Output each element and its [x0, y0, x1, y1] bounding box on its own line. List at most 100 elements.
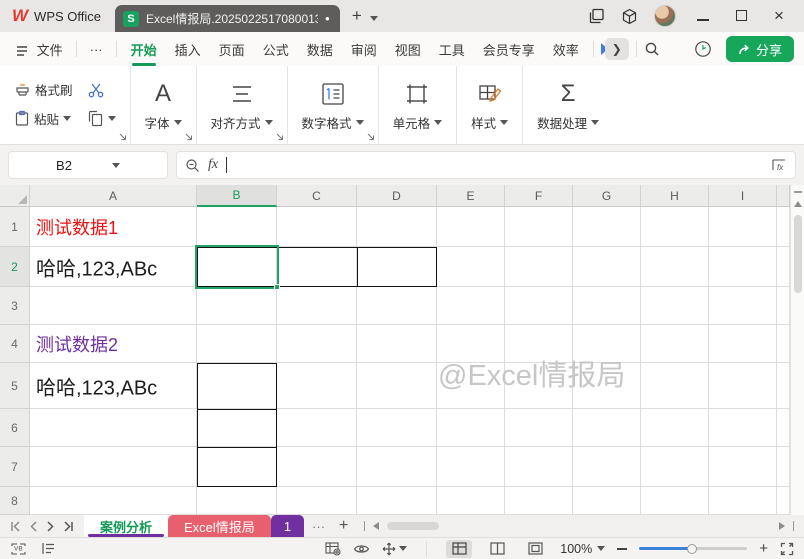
cell-I4[interactable]	[709, 325, 777, 363]
last-sheet-icon[interactable]	[63, 521, 74, 532]
cell-partial-7[interactable]	[777, 447, 790, 487]
fill-handle[interactable]	[274, 284, 280, 290]
formula-input[interactable]: fx fx	[176, 151, 796, 179]
column-header-I[interactable]: I	[709, 185, 777, 207]
zoom-slider-thumb[interactable]	[687, 544, 697, 554]
cell-I6[interactable]	[709, 409, 777, 447]
outline-view-icon[interactable]	[41, 542, 56, 555]
cell-D3[interactable]	[357, 287, 437, 325]
column-header-partial[interactable]	[777, 185, 790, 207]
cell-F7[interactable]	[505, 447, 573, 487]
maximize-button[interactable]	[730, 9, 752, 24]
cells-group[interactable]: 单元格	[378, 66, 457, 144]
copy-button[interactable]	[87, 110, 116, 127]
data-processing-group[interactable]: Σ 数据处理	[522, 66, 613, 144]
cell-E3[interactable]	[437, 287, 505, 325]
scroll-left-arrow-icon[interactable]	[373, 522, 379, 530]
magnifier-icon[interactable]	[185, 158, 200, 173]
number-format-dialog-launcher[interactable]	[367, 133, 375, 141]
tab-home[interactable]: 开始	[124, 35, 164, 64]
zoom-out-button[interactable]	[617, 548, 627, 550]
cell-H4[interactable]	[641, 325, 709, 363]
sheet-list-button[interactable]: ···	[304, 515, 333, 537]
cell-A3[interactable]	[30, 287, 197, 325]
vertical-scroll-thumb[interactable]	[794, 215, 802, 293]
split-handle-icon[interactable]	[794, 191, 802, 193]
cell-A8[interactable]	[30, 487, 197, 515]
horizontal-scroll-thumb[interactable]	[387, 522, 439, 530]
fullscreen-icon[interactable]	[780, 542, 794, 556]
cell-G7[interactable]	[573, 447, 641, 487]
cell-I8[interactable]	[709, 487, 777, 515]
cell-F2[interactable]	[505, 247, 573, 287]
cell-B8[interactable]	[197, 487, 277, 515]
cell-partial-1[interactable]	[777, 207, 790, 247]
cell-H1[interactable]	[641, 207, 709, 247]
integrations-cube-icon[interactable]	[621, 8, 638, 25]
cell-C4[interactable]	[277, 325, 357, 363]
cell-partial-2[interactable]	[777, 247, 790, 287]
cell-I3[interactable]	[709, 287, 777, 325]
active-cell-selection-B2[interactable]	[195, 245, 279, 289]
cell-F3[interactable]	[505, 287, 573, 325]
number-format-group[interactable]: 数字格式	[287, 66, 378, 144]
cell-A7[interactable]	[30, 447, 197, 487]
more-menus-button[interactable]: ···	[84, 38, 109, 61]
visibility-eye-icon[interactable]	[353, 543, 370, 555]
cell-F8[interactable]	[505, 487, 573, 515]
cell-I5[interactable]	[709, 363, 777, 409]
cell-C3[interactable]	[277, 287, 357, 325]
select-object-icon[interactable]	[382, 542, 407, 556]
cell-D6[interactable]	[357, 409, 437, 447]
cell-I2[interactable]	[709, 247, 777, 287]
tab-formulas[interactable]: 公式	[256, 35, 296, 64]
cell-E1[interactable]	[437, 207, 505, 247]
cell-F1[interactable]	[505, 207, 573, 247]
cell-A2[interactable]: 哈哈,123,ABc	[30, 247, 197, 287]
row-header-8[interactable]: 8	[0, 487, 30, 515]
minimize-button[interactable]	[692, 9, 714, 24]
cell-partial-5[interactable]	[777, 363, 790, 409]
cell-H7[interactable]	[641, 447, 709, 487]
tab-view[interactable]: 视图	[388, 35, 428, 64]
name-box[interactable]: B2	[8, 151, 168, 179]
row-header-4[interactable]: 4	[0, 325, 30, 363]
scroll-up-arrow-icon[interactable]	[794, 201, 802, 207]
paste-button[interactable]: 粘贴	[14, 109, 73, 128]
document-tab[interactable]: S Excel情报局.2025022517080013 ●	[115, 5, 340, 32]
sheet-tab-1[interactable]: 1	[271, 515, 304, 537]
tab-data[interactable]: 数据	[300, 35, 340, 64]
cell-G1[interactable]	[573, 207, 641, 247]
table-tools-icon[interactable]	[325, 542, 341, 556]
column-header-G[interactable]: G	[573, 185, 641, 207]
page-layout-view-button[interactable]	[484, 540, 510, 558]
cell-I1[interactable]	[709, 207, 777, 247]
row-header-2[interactable]: 2	[0, 247, 30, 287]
cell-A5[interactable]: 哈哈,123,ABc	[30, 363, 197, 409]
cell-A6[interactable]	[30, 409, 197, 447]
cell-B1[interactable]	[197, 207, 277, 247]
horizontal-scrollbar[interactable]	[354, 515, 804, 537]
tab-member[interactable]: 会员专享	[476, 35, 542, 64]
alignment-group[interactable]: 对齐方式	[196, 66, 287, 144]
prev-sheet-icon[interactable]	[29, 521, 38, 532]
expand-tabs-button[interactable]: ❯	[605, 38, 629, 60]
cell-G8[interactable]	[573, 487, 641, 515]
clipboard-dialog-launcher[interactable]	[119, 133, 127, 141]
close-button[interactable]: ×	[768, 6, 790, 26]
cell-D5[interactable]	[357, 363, 437, 409]
select-all-corner[interactable]	[0, 185, 30, 207]
cell-H3[interactable]	[641, 287, 709, 325]
cell-E7[interactable]	[437, 447, 505, 487]
cell-partial-3[interactable]	[777, 287, 790, 325]
search-icon[interactable]	[644, 41, 660, 57]
page-break-view-button[interactable]	[522, 540, 548, 558]
tab-page[interactable]: 页面	[212, 35, 252, 64]
zoom-in-button[interactable]: +	[759, 541, 768, 556]
window-stack-icon[interactable]	[589, 8, 605, 24]
sheet-tab-case-analysis[interactable]: 案例分析	[84, 515, 168, 537]
cell-I7[interactable]	[709, 447, 777, 487]
first-sheet-icon[interactable]	[10, 521, 21, 532]
cell-B3[interactable]	[197, 287, 277, 325]
file-menu[interactable]: 文件	[10, 36, 69, 63]
